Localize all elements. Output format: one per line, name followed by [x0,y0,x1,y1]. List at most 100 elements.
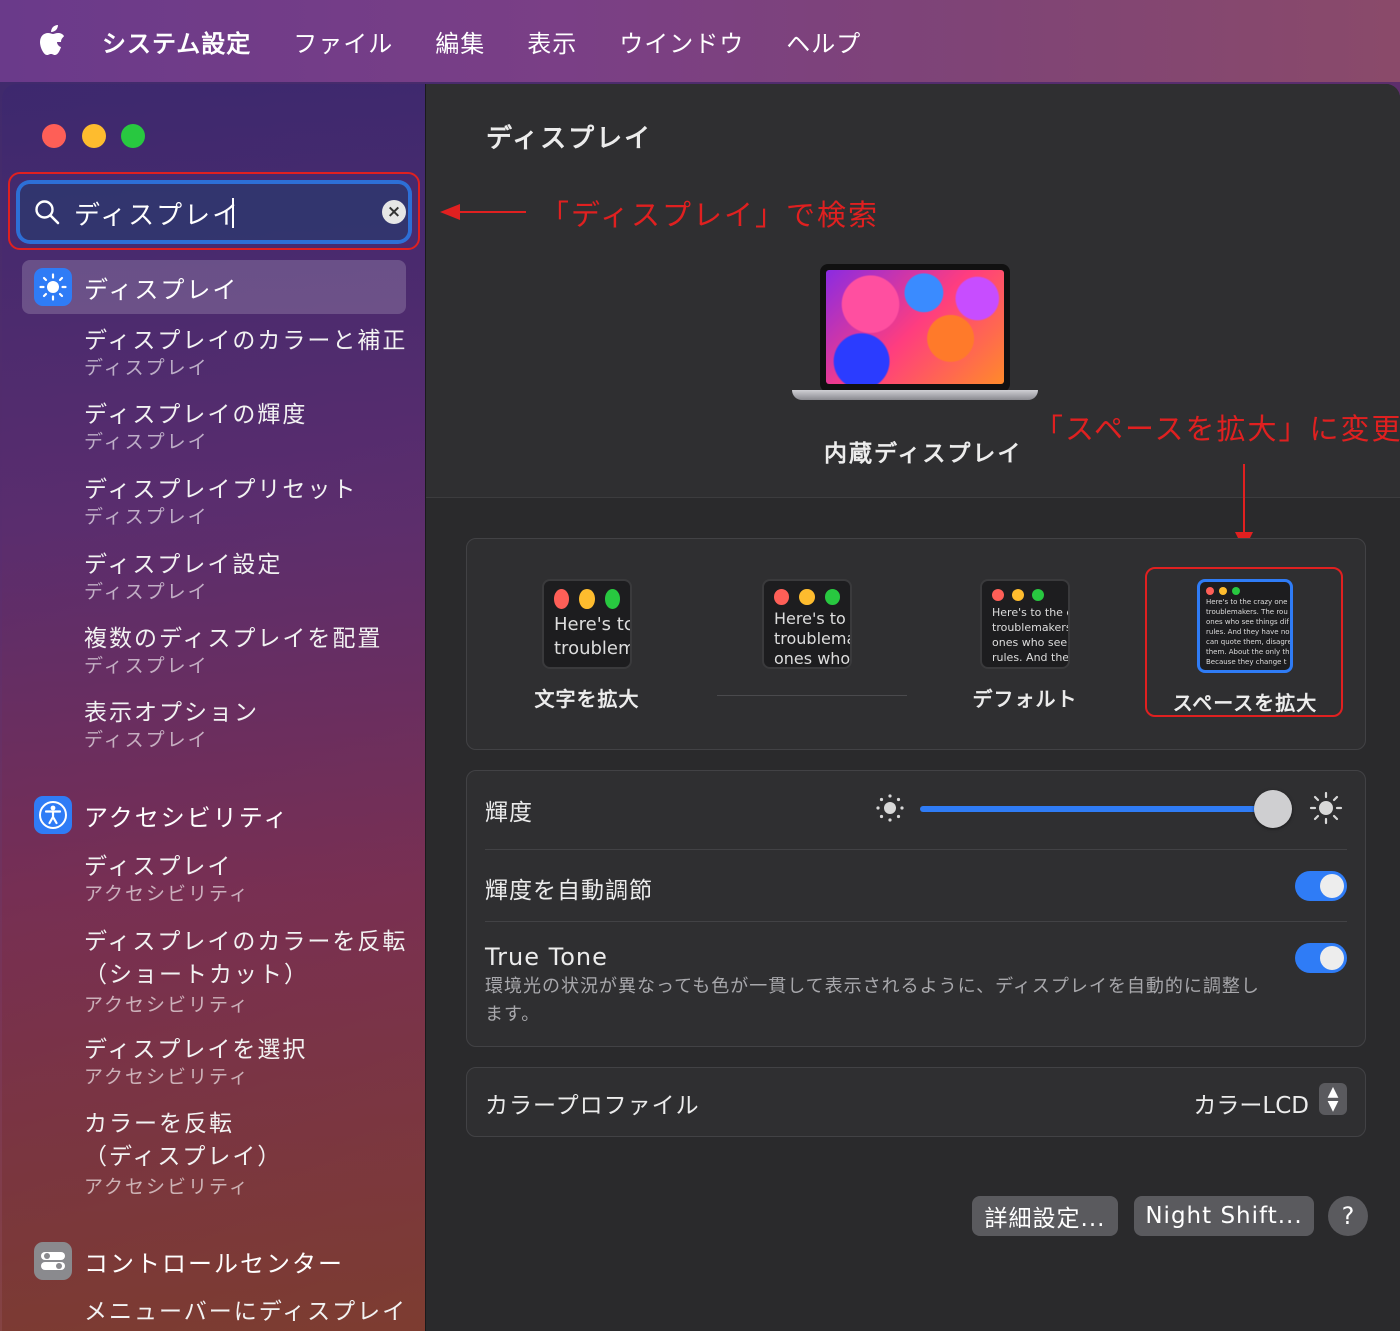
result-category: ディスプレイ [84,729,209,751]
result-title: ディスプレイプリセット [84,477,358,503]
result-title-line2: （ショートカット） [84,962,309,988]
search-result-menubar-display[interactable]: メニューバーにディスプレイ [84,1297,407,1327]
annotation-resolution-note: 「スペースを拡大」に変更 [1034,412,1400,446]
menu-view[interactable]: 表示 [527,24,577,59]
annotation-arrow-resolution [1243,464,1245,534]
resolution-label: スペースを拡大 [1172,691,1318,715]
result-category: ディスプレイ [84,655,209,677]
sidebar-item-accessibility[interactable]: アクセシビリティ [22,788,406,842]
close-window-button[interactable] [42,124,66,148]
result-category: ディスプレイ [84,431,209,453]
search-field[interactable]: × [20,184,408,240]
menu-app-name[interactable]: システム設定 [102,24,251,59]
brightness-slider[interactable] [920,806,1280,812]
annotation-search-note: 「ディスプレイ」で検索 [540,198,879,232]
annotation-arrow-search [458,211,526,213]
search-result-display-settings[interactable]: ディスプレイ設定 ディスプレイ [84,550,282,604]
resolution-option-2[interactable]: Here's to t troublema ones who [707,579,907,669]
zoom-window-button[interactable] [121,124,145,148]
clear-search-icon[interactable]: × [382,200,406,224]
result-category: ディスプレイ [84,506,209,528]
true-tone-label: True Tone [485,943,608,971]
search-result-arrange-displays[interactable]: 複数のディスプレイを配置 ディスプレイ [84,624,382,678]
accessibility-icon [34,796,72,834]
result-category: アクセシビリティ [84,994,250,1016]
control-center-icon [34,1242,72,1280]
result-category: アクセシビリティ [84,1176,250,1198]
sidebar-item-label: アクセシビリティ [84,803,290,832]
result-category: ディスプレイ [84,581,209,603]
search-result-select-display[interactable]: ディスプレイを選択 アクセシビリティ [84,1035,307,1089]
result-title: ディスプレイ [84,854,233,880]
auto-brightness-label: 輝度を自動調節 [485,878,653,904]
apple-menu-icon[interactable] [38,25,66,57]
resolution-larger-text[interactable]: Here's tc troublem 文字を拡大 [487,579,687,712]
menu-file[interactable]: ファイル [293,24,393,59]
result-title: 複数のディスプレイを配置 [84,626,383,652]
result-title: ディスプレイの輝度 [84,402,308,428]
resolution-label: 文字を拡大 [534,687,640,711]
search-result-a11y-display[interactable]: ディスプレイ アクセシビリティ [84,852,250,906]
menu-help[interactable]: ヘルプ [786,24,861,59]
page-title: ディスプレイ [486,124,653,154]
divider [485,921,1347,922]
sidebar-item-display[interactable]: ディスプレイ [22,260,406,314]
brightness-high-icon [1309,791,1343,825]
search-input[interactable] [72,192,356,234]
sidebar-item-control-center[interactable]: コントロールセンター [22,1234,406,1288]
result-title-line2: （ディスプレイ） [84,1144,283,1170]
result-title: メニューバーにディスプレイ [84,1299,408,1325]
sidebar-item-label: ディスプレイ [84,275,239,304]
true-tone-row: True Tone 環境光の状況が異なっても色が一貫して表示されるように、ディス… [485,943,1347,1033]
result-title: ディスプレイのカラーと補正 [84,328,408,354]
resolution-preview: Here's to t troublema ones who [762,579,852,669]
search-result-display-presets[interactable]: ディスプレイプリセット ディスプレイ [84,475,357,529]
brightness-slider-knob[interactable] [1253,790,1292,828]
search-result-invert-shortcut[interactable]: ディスプレイのカラーを反転 （ショートカット） アクセシビリティ [84,927,407,1017]
search-result-display-color[interactable]: ディスプレイのカラーと補正 ディスプレイ [84,326,407,380]
brightness-low-icon [876,794,904,822]
result-title: ディスプレイのカラーを反転 [84,929,408,955]
help-button[interactable]: ? [1328,1196,1368,1236]
resolution-preview: Here's tc troublem [542,579,632,669]
result-title: カラーを反転 [84,1111,234,1137]
resolution-more-space[interactable]: Here's to the crazy one troublemakers. T… [1145,579,1345,716]
menu-window[interactable]: ウインドウ [619,24,744,59]
search-result-invert-colors[interactable]: カラーを反転 （ディスプレイ） アクセシビリティ [84,1109,282,1199]
color-profile-value[interactable]: カラーLCD [1193,1086,1309,1120]
auto-brightness-row: 輝度を自動調節 [485,871,1347,911]
text-caret [232,198,234,228]
result-category: ディスプレイ [84,357,209,379]
true-tone-description: 環境光の状況が異なっても色が一貫して表示されるように、ディスプレイを自動的に調整… [485,976,1260,1025]
search-result-display-options[interactable]: 表示オプション ディスプレイ [84,698,259,752]
resolution-default[interactable]: Here's to the cr troublemakers. ones who… [925,579,1125,712]
true-tone-toggle[interactable] [1295,943,1347,973]
color-profile-label: カラープロファイル [485,1093,700,1119]
sidebar: × ディスプレイ [2,84,426,1331]
resolution-preview: Here's to the cr troublemakers. ones who… [980,579,1070,669]
content-pane: ディスプレイ 内蔵ディスプレイ 「ディスプレイ」で検索 「スペースを拡大」に変更… [426,84,1400,1331]
chevron-up-down-icon[interactable]: ▲ ▼ [1319,1083,1347,1115]
result-title: ディスプレイを選択 [84,1037,308,1063]
menu-bar: システム設定 ファイル 編集 表示 ウインドウ ヘルプ [0,0,1400,82]
brightness-card: 輝度 輝度を自動調節 True Tone 環境光の状況が異なっても色が一貫して表… [466,770,1366,1047]
settings-window: × ディスプレイ [2,84,1400,1331]
brightness-label: 輝度 [485,800,533,826]
auto-brightness-toggle[interactable] [1295,871,1347,901]
resolution-preview: Here's to the crazy one troublemakers. T… [1197,579,1293,673]
minimize-window-button[interactable] [82,124,106,148]
resolution-label: デフォルト [972,687,1078,711]
resolution-card: Here's tc troublem 文字を拡大 Here's to t tro… [466,538,1366,750]
resolution-scale-line [717,695,907,696]
advanced-settings-button[interactable]: 詳細設定... [972,1196,1118,1236]
search-result-display-brightness[interactable]: ディスプレイの輝度 ディスプレイ [84,400,307,454]
color-profile-row: カラープロファイル カラーLCD ▲ ▼ [485,1083,1347,1120]
display-name: 内蔵ディスプレイ [824,441,1023,467]
divider [485,849,1347,850]
search-icon [35,200,60,225]
sidebar-item-label: コントロールセンター [84,1249,344,1278]
result-title: 表示オプション [84,700,259,726]
display-brightness-icon [34,268,72,306]
night-shift-button[interactable]: Night Shift... [1134,1196,1314,1236]
menu-edit[interactable]: 編集 [435,24,485,59]
